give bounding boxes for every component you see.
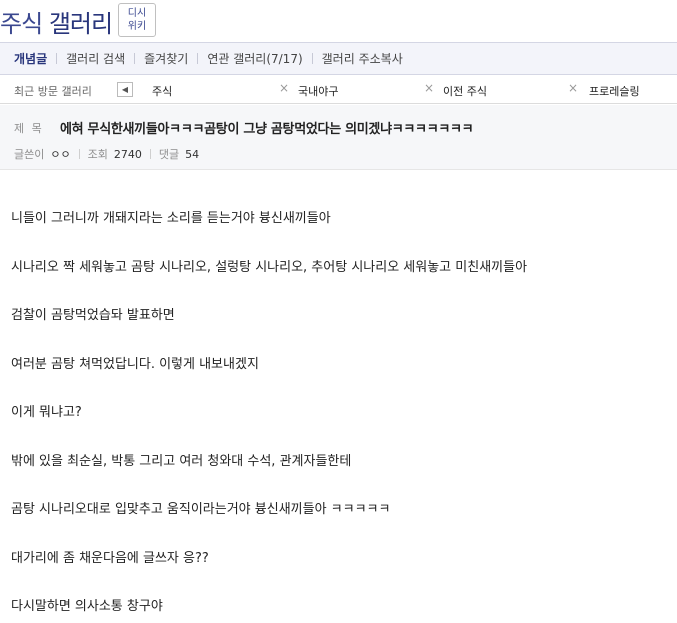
menu-copy-gallery-address[interactable]: 갤러리 주소복사 [322,50,403,67]
post-paragraph: 다시말하면 의사소통 창구야 [11,599,163,614]
gallery-title-name: 주식 [0,10,43,38]
gallery-title-suffix: 갤러리 [48,10,113,38]
close-icon[interactable]: × [424,81,434,95]
post-paragraph: 검찰이 곰탕먹었습돠 발표하면 [11,308,175,323]
recent-gallery-item[interactable]: 주식 [152,83,172,99]
dcwiki-button[interactable]: 디시 위키 [118,3,156,37]
menu-concept-posts[interactable]: 개념글 [14,50,47,67]
post-paragraph: 시나리오 짝 세워놓고 곰탕 시나리오, 설렁탕 시나리오, 추어탕 시나리오 … [11,259,528,275]
comments-count[interactable]: 54 [185,148,199,161]
recent-gallery-item[interactable]: 프로레슬링 [589,83,640,99]
dcwiki-button-line1: 디시 [127,8,147,19]
views-label: 조회 [87,148,108,161]
comments-label: 댓글 [158,148,180,161]
meta-divider [149,149,151,159]
menu-divider [134,53,136,64]
post-header: 제 목 에혀 무식한새끼들아ㅋㅋㅋ곰탕이 그냥 곰탕먹었다는 의미겠냐ㅋㅋㅋㅋㅋ… [0,105,677,170]
menu-divider [197,53,199,64]
author-label: 글쓴이 [14,148,45,161]
gallery-menu-bar: 개념글 갤러리 검색 즐겨찾기 연관 갤러리(7/17) 갤러리 주소복사 [0,42,677,75]
gallery-header: 주식 갤러리 디시 위키 [0,0,677,42]
post-meta: 글쓴이 ㅇㅇ 조회 2740 댓글 54 [14,146,199,162]
menu-favorites[interactable]: 즐겨찾기 [144,50,188,67]
close-icon[interactable]: × [279,81,289,95]
post-paragraph: 이게 뭐냐고? [11,405,82,420]
menu-gallery-search[interactable]: 갤러리 검색 [66,50,125,67]
post-paragraph: 여러분 곰탕 쳐먹었답니다. 이렇게 내보내겠지 [11,356,259,372]
author-nickname[interactable]: ㅇㅇ [50,146,70,162]
gallery-title[interactable]: 주식 갤러리 [0,4,113,39]
meta-divider [78,149,80,159]
post-title: 에혀 무식한새끼들아ㅋㅋㅋ곰탕이 그냥 곰탕먹었다는 의미겠냐ㅋㅋㅋㅋㅋㅋㅋ [60,122,474,137]
post-paragraph: 곰탕 시나리오대로 입맞추고 움직이라는거야 븅신새끼들아 ㅋㅋㅋㅋㅋ [11,502,391,517]
recent-galleries-bar: 최근 방문 갤러리 ◀ 주식 × 국내야구 × 이전 주식 × 프로레슬링 [0,76,677,104]
menu-divider [311,53,313,64]
recent-galleries-label: 최근 방문 갤러리 [14,85,92,98]
chevron-left-icon[interactable]: ◀ [117,82,133,97]
post-paragraph: 밖에 있을 최순실, 박통 그리고 여러 청와대 수석, 관계자들한테 [11,453,352,469]
post-paragraph: 대가리에 좀 채운다음에 글쓰자 응?? [11,550,209,566]
subject-label: 제 목 [14,122,44,135]
recent-gallery-item[interactable]: 이전 주식 [443,83,487,99]
menu-related-galleries[interactable]: 연관 갤러리(7/17) [207,50,302,67]
post-paragraph: 니들이 그러니까 개돼지라는 소리를 듣는거야 븅신새끼들아 [11,211,331,226]
dcwiki-button-line2: 위키 [127,21,147,32]
views-count: 2740 [113,147,142,161]
recent-gallery-item[interactable]: 국내야구 [298,83,338,99]
close-icon[interactable]: × [568,81,578,95]
menu-divider [56,53,58,64]
post-body: 니들이 그러니까 개돼지라는 소리를 듣는거야 븅신새끼들아 시나리오 짝 세워… [11,210,661,623]
